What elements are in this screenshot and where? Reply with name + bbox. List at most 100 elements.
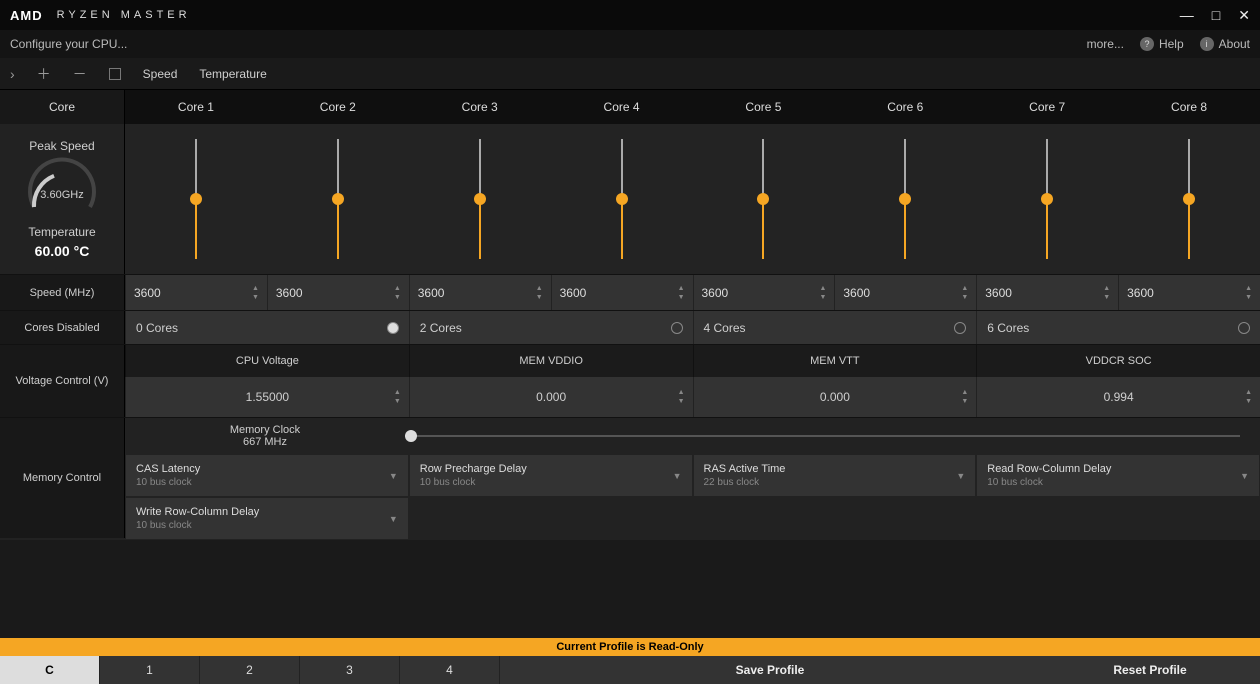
- cores-disabled-option-label: 0 Cores: [136, 321, 178, 335]
- step-up-icon[interactable]: ▲: [252, 285, 259, 292]
- toggle-checkbox[interactable]: [109, 68, 121, 80]
- radio-icon[interactable]: [671, 322, 683, 334]
- radio-icon[interactable]: [954, 322, 966, 334]
- add-icon[interactable]: ＋: [37, 64, 51, 84]
- slider-thumb[interactable]: [1041, 193, 1053, 205]
- step-up-icon[interactable]: ▲: [536, 285, 543, 292]
- step-up-icon[interactable]: ▲: [961, 389, 968, 396]
- save-profile-button[interactable]: Save Profile: [500, 656, 1040, 684]
- speed-input-3[interactable]: 3600▲▼: [409, 275, 551, 310]
- step-down-icon[interactable]: ▼: [252, 294, 259, 301]
- step-down-icon[interactable]: ▼: [819, 294, 826, 301]
- chevron-right-icon[interactable]: ›: [10, 66, 15, 82]
- profile-tab-C[interactable]: C: [0, 656, 100, 684]
- cores-disabled-option-1[interactable]: 2 Cores: [409, 311, 693, 344]
- core-slider-3[interactable]: [409, 124, 551, 274]
- speed-input-7[interactable]: 3600▲▼: [976, 275, 1118, 310]
- speed-input-5[interactable]: 3600▲▼: [693, 275, 835, 310]
- cores-disabled-option-0[interactable]: 0 Cores: [125, 311, 409, 344]
- radio-icon[interactable]: [1238, 322, 1250, 334]
- cores-disabled-option-2[interactable]: 4 Cores: [693, 311, 977, 344]
- profile-tab-3[interactable]: 3: [300, 656, 400, 684]
- maximize-button[interactable]: □: [1212, 7, 1220, 24]
- step-down-icon[interactable]: ▼: [961, 398, 968, 405]
- chevron-down-icon[interactable]: ▼: [956, 471, 965, 481]
- voltage-col-header-0: CPU Voltage: [125, 345, 409, 377]
- memory-param-3[interactable]: Read Row-Column Delay10 bus clock▼: [976, 454, 1260, 497]
- slider-thumb[interactable]: [190, 193, 202, 205]
- chevron-down-icon[interactable]: ▼: [389, 514, 398, 524]
- step-down-icon[interactable]: ▼: [536, 294, 543, 301]
- memory-param-4[interactable]: Write Row-Column Delay10 bus clock▼: [125, 497, 409, 540]
- memory-clock-slider[interactable]: [405, 435, 1240, 437]
- step-up-icon[interactable]: ▲: [819, 285, 826, 292]
- memory-param-0[interactable]: CAS Latency10 bus clock▼: [125, 454, 409, 497]
- speed-input-4[interactable]: 3600▲▼: [551, 275, 693, 310]
- remove-icon[interactable]: －: [73, 64, 87, 84]
- voltage-col-header-2: MEM VTT: [693, 345, 977, 377]
- voltage-input-2[interactable]: 0.000▲▼: [693, 377, 977, 417]
- radio-icon[interactable]: [387, 322, 399, 334]
- profile-tab-4[interactable]: 4: [400, 656, 500, 684]
- step-up-icon[interactable]: ▲: [1245, 285, 1252, 292]
- chevron-down-icon[interactable]: ▼: [673, 471, 682, 481]
- slider-thumb[interactable]: [405, 430, 417, 442]
- tab-temperature[interactable]: Temperature: [199, 67, 266, 81]
- memory-param-1[interactable]: Row Precharge Delay10 bus clock▼: [409, 454, 693, 497]
- close-button[interactable]: ✕: [1238, 7, 1250, 24]
- core-slider-2[interactable]: [267, 124, 409, 274]
- step-up-icon[interactable]: ▲: [678, 389, 685, 396]
- peak-gauge: 3.60GHz: [22, 157, 102, 217]
- speed-label: Speed (MHz): [0, 275, 125, 310]
- chevron-down-icon[interactable]: ▼: [1240, 471, 1249, 481]
- voltage-input-1[interactable]: 0.000▲▼: [409, 377, 693, 417]
- step-up-icon[interactable]: ▲: [394, 285, 401, 292]
- about-link[interactable]: i About: [1200, 37, 1250, 51]
- speed-input-6[interactable]: 3600▲▼: [834, 275, 976, 310]
- voltage-input-3[interactable]: 0.994▲▼: [976, 377, 1260, 417]
- voltage-input-0[interactable]: 1.55000▲▼: [125, 377, 409, 417]
- step-up-icon[interactable]: ▲: [678, 285, 685, 292]
- speed-input-2[interactable]: 3600▲▼: [267, 275, 409, 310]
- core-slider-8[interactable]: [1118, 124, 1260, 274]
- step-down-icon[interactable]: ▼: [1245, 294, 1252, 301]
- slider-thumb[interactable]: [332, 193, 344, 205]
- more-link[interactable]: more...: [1087, 37, 1124, 51]
- step-down-icon[interactable]: ▼: [961, 294, 968, 301]
- sub-bar: Configure your CPU... more... ? Help i A…: [0, 30, 1260, 58]
- step-down-icon[interactable]: ▼: [678, 398, 685, 405]
- step-up-icon[interactable]: ▲: [1245, 389, 1252, 396]
- slider-thumb[interactable]: [899, 193, 911, 205]
- help-link[interactable]: ? Help: [1140, 37, 1184, 51]
- core-slider-7[interactable]: [976, 124, 1118, 274]
- core-slider-5[interactable]: [693, 124, 835, 274]
- step-down-icon[interactable]: ▼: [394, 294, 401, 301]
- cores-disabled-option-3[interactable]: 6 Cores: [976, 311, 1260, 344]
- step-down-icon[interactable]: ▼: [394, 398, 401, 405]
- reset-profile-button[interactable]: Reset Profile: [1040, 656, 1260, 684]
- slider-thumb[interactable]: [757, 193, 769, 205]
- configure-link[interactable]: Configure your CPU...: [10, 37, 127, 51]
- slider-thumb[interactable]: [474, 193, 486, 205]
- speed-input-8[interactable]: 3600▲▼: [1118, 275, 1260, 310]
- step-down-icon[interactable]: ▼: [678, 294, 685, 301]
- memory-param-2[interactable]: RAS Active Time22 bus clock▼: [693, 454, 977, 497]
- voltage-col-header-3: VDDCR SOC: [976, 345, 1260, 377]
- step-down-icon[interactable]: ▼: [1245, 398, 1252, 405]
- step-up-icon[interactable]: ▲: [394, 389, 401, 396]
- slider-thumb[interactable]: [616, 193, 628, 205]
- core-slider-4[interactable]: [551, 124, 693, 274]
- tab-speed[interactable]: Speed: [143, 67, 178, 81]
- step-down-icon[interactable]: ▼: [1103, 294, 1110, 301]
- step-up-icon[interactable]: ▲: [961, 285, 968, 292]
- profile-tab-2[interactable]: 2: [200, 656, 300, 684]
- chevron-down-icon[interactable]: ▼: [389, 471, 398, 481]
- core-slider-1[interactable]: [125, 124, 267, 274]
- core-header-3: Core 3: [409, 90, 551, 124]
- speed-input-1[interactable]: 3600▲▼: [125, 275, 267, 310]
- step-up-icon[interactable]: ▲: [1103, 285, 1110, 292]
- minimize-button[interactable]: —: [1180, 7, 1194, 24]
- core-slider-6[interactable]: [834, 124, 976, 274]
- slider-thumb[interactable]: [1183, 193, 1195, 205]
- profile-tab-1[interactable]: 1: [100, 656, 200, 684]
